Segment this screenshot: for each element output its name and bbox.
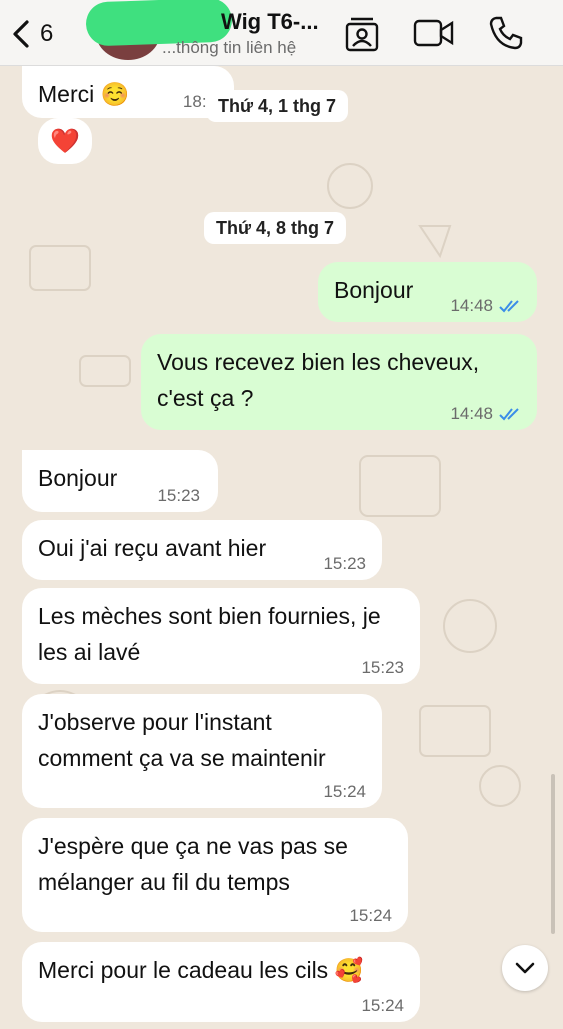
message-bubble[interactable]: Oui j'ai reçu avant hier 15:23 <box>22 520 382 580</box>
chat-area[interactable]: Merci ☺️ 18:2 Thứ 4, 1 thg 7 ❤️ Thứ 4, 8… <box>0 66 563 1029</box>
scrollbar[interactable] <box>551 774 555 934</box>
message-time-value: 14:48 <box>450 404 493 423</box>
message-text: Bonjour <box>334 277 414 303</box>
message-time: 15:24 <box>361 996 404 1015</box>
contact-card-button[interactable] <box>342 14 382 59</box>
video-call-button[interactable] <box>412 16 456 55</box>
chat-title[interactable]: Wig T6-... <box>221 9 319 35</box>
message-time: 15:23 <box>323 554 366 573</box>
scroll-to-bottom-button[interactable] <box>502 945 548 991</box>
message-bubble[interactable]: Bonjour 14:48 <box>318 262 537 322</box>
message-text: Merci ☺️ <box>38 81 130 107</box>
phone-icon <box>489 16 523 50</box>
message-bubble[interactable]: Les mèches sont bien fournies, je les ai… <box>22 588 420 684</box>
message-time: 15:23 <box>361 658 404 677</box>
message-text: J'observe pour l'instant comment ça va s… <box>38 709 326 771</box>
chat-subtitle[interactable]: ...thông tin liên hệ <box>162 38 296 58</box>
unread-count: 6 <box>40 20 54 47</box>
message-text: Les mèches sont bien fournies, je les ai… <box>38 603 381 665</box>
message-text: Vous recevez bien les cheveux, c'est ça … <box>157 349 480 411</box>
message-time: 14:48 <box>450 296 521 316</box>
chevron-left-icon <box>13 20 29 48</box>
heart-emoji: ❤️ <box>50 127 80 155</box>
message-time: 15:24 <box>349 906 392 925</box>
video-call-icon <box>413 19 454 47</box>
double-check-icon <box>499 300 519 313</box>
double-check-icon <box>499 408 519 421</box>
message-text: J'espère que ça ne vas pas se mélanger a… <box>38 833 348 895</box>
message-bubble[interactable]: Bonjour 15:23 <box>22 450 218 512</box>
reaction-bubble[interactable]: ❤️ <box>38 118 92 164</box>
message-text: Bonjour <box>38 465 118 491</box>
date-divider: Thứ 4, 8 thg 7 <box>204 212 347 244</box>
chevron-down-icon <box>515 962 535 974</box>
phone-call-button[interactable] <box>488 15 524 56</box>
message-time: 15:24 <box>323 782 366 801</box>
message-bubble[interactable]: J'espère que ça ne vas pas se mélanger a… <box>22 818 408 932</box>
contact-card-icon <box>345 17 379 52</box>
message-bubble[interactable]: Vous recevez bien les cheveux, c'est ça … <box>141 334 537 430</box>
message-time-value: 14:48 <box>450 296 493 315</box>
date-divider: Thứ 4, 1 thg 7 <box>206 90 349 122</box>
message-bubble[interactable]: Merci pour le cadeau les cils 🥰 15:24 <box>22 942 420 1022</box>
message-time: 14:48 <box>450 404 521 424</box>
message-bubble[interactable]: J'observe pour l'instant comment ça va s… <box>22 694 382 808</box>
message-bubble[interactable]: Merci ☺️ 18:2 <box>22 66 234 118</box>
chat-header: 6 Wig T6-... ...thông tin liên hệ <box>0 0 563 66</box>
message-text: Oui j'ai reçu avant hier <box>38 535 267 561</box>
back-button[interactable]: 6 <box>10 16 70 52</box>
message-time: 15:23 <box>157 486 200 505</box>
message-text: Merci pour le cadeau les cils 🥰 <box>38 957 364 983</box>
